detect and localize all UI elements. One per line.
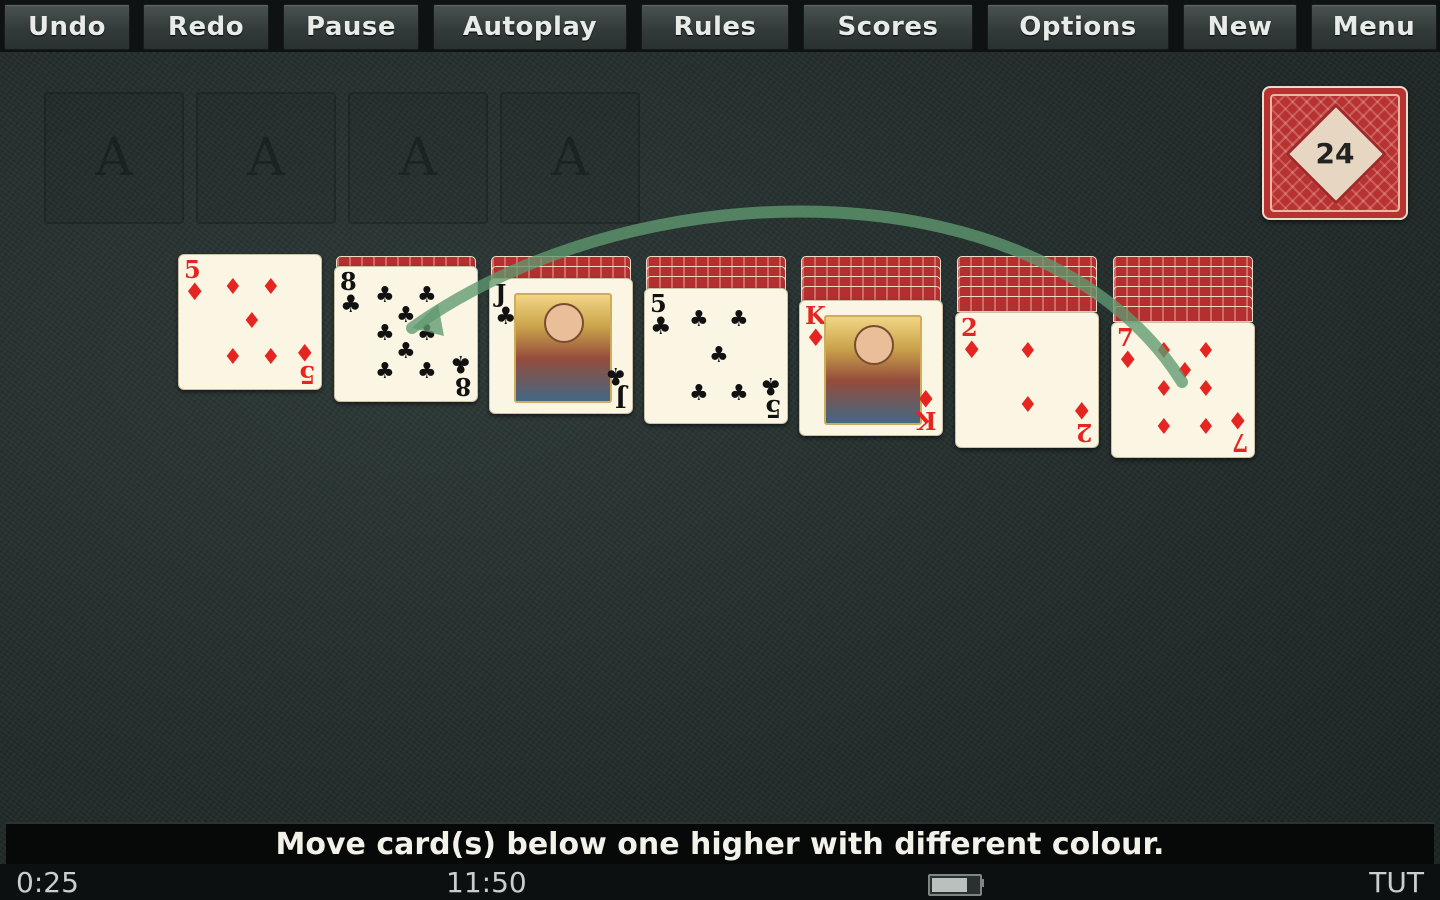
diamond-pip-icon: ♦ xyxy=(1196,377,1216,402)
battery-level xyxy=(932,878,967,892)
card-5-clubs[interactable]: 5 ♣ ♣ ♣ ♣ ♣ ♣ 5 ♣ xyxy=(644,288,788,424)
battery-icon xyxy=(928,874,982,896)
card-5-diamonds[interactable]: 5 ♦ ♦ ♦ ♦ ♦ ♦ 5 ♦ xyxy=(178,254,322,390)
diamond-pip-icon: ♦ xyxy=(1196,415,1216,440)
diamond-pip-icon: ♦ xyxy=(1196,339,1216,364)
card-rank-inverted: 5 ♦ xyxy=(294,338,316,389)
foundation-label: A xyxy=(399,128,437,188)
foundation-slot-4[interactable]: A xyxy=(500,92,640,224)
diamond-pip-icon: ♦ xyxy=(1154,415,1174,440)
rules-button[interactable]: Rules xyxy=(641,4,789,50)
card-rank-inverted: 5 ♣ xyxy=(760,372,782,423)
face-down-card xyxy=(1113,306,1253,322)
card-rank-inverted: 7 ♦ xyxy=(1227,406,1249,457)
clock-time: 11:50 xyxy=(446,866,527,899)
undo-button[interactable]: Undo xyxy=(4,4,130,50)
elapsed-time: 0:25 xyxy=(16,866,79,899)
pause-button[interactable]: Pause xyxy=(283,4,419,50)
scores-button[interactable]: Scores xyxy=(803,4,973,50)
card-rank: 2 ♦ xyxy=(961,313,983,364)
club-pip-icon: ♣ xyxy=(689,381,709,406)
card-rank-inverted: 2 ♦ xyxy=(1071,396,1093,447)
card-rank: 5 ♦ xyxy=(184,255,206,306)
autoplay-button[interactable]: Autoplay xyxy=(433,4,627,50)
stock-count: 24 xyxy=(1315,136,1355,170)
diamond-pip-icon: ♦ xyxy=(1018,393,1038,418)
card-rank-inverted: 8 ♣ xyxy=(450,350,472,401)
diamond-pip-icon: ♦ xyxy=(1154,339,1174,364)
foundation-slot-2[interactable]: A xyxy=(196,92,336,224)
status-label: TUT xyxy=(1369,866,1424,899)
card-king-diamonds[interactable]: K ♦ K ♦ xyxy=(799,300,943,436)
stock-pile[interactable]: 24 xyxy=(1262,86,1408,220)
club-pip-icon: ♣ xyxy=(417,321,437,346)
diamond-pip-icon: ♦ xyxy=(1018,339,1038,364)
card-rank: 7 ♦ xyxy=(1117,323,1139,374)
foundation-label: A xyxy=(95,128,133,188)
diamond-pip-icon: ♦ xyxy=(1175,359,1195,384)
status-bar: 0:25 11:50 TUT xyxy=(0,864,1440,900)
hint-message: Move card(s) below one higher with diffe… xyxy=(6,822,1434,864)
diamond-pip-icon: ♦ xyxy=(261,345,281,370)
battery-tip xyxy=(980,879,984,887)
king-portrait-icon xyxy=(824,315,922,425)
club-pip-icon: ♣ xyxy=(729,307,749,332)
diamond-pip-icon: ♦ xyxy=(242,309,262,334)
club-pip-icon: ♣ xyxy=(375,359,395,384)
club-pip-icon: ♣ xyxy=(417,359,437,384)
diamond-pip-icon: ♦ xyxy=(1154,377,1174,402)
card-8-clubs[interactable]: 8 ♣ ♣ ♣ ♣ ♣ ♣ ♣ ♣ ♣ 8 ♣ xyxy=(334,266,478,402)
options-button[interactable]: Options xyxy=(987,4,1169,50)
diamond-pip-icon: ♦ xyxy=(223,275,243,300)
diamond-pip-icon: ♦ xyxy=(223,345,243,370)
card-rank: 5 ♣ xyxy=(650,289,672,340)
club-pip-icon: ♣ xyxy=(417,283,437,308)
card-2-diamonds[interactable]: 2 ♦ ♦ ♦ 2 ♦ xyxy=(955,312,1099,448)
club-pip-icon: ♣ xyxy=(396,339,416,364)
redo-button[interactable]: Redo xyxy=(143,4,269,50)
club-pip-icon: ♣ xyxy=(396,303,416,328)
jack-portrait-icon xyxy=(514,293,612,403)
toolbar: Undo Redo Pause Autoplay Rules Scores Op… xyxy=(0,0,1440,52)
card-rank-inverted: K ♦ xyxy=(915,384,937,435)
club-pip-icon: ♣ xyxy=(375,283,395,308)
card-rank: 8 ♣ xyxy=(340,267,362,318)
diamond-pip-icon: ♦ xyxy=(261,275,281,300)
club-pip-icon: ♣ xyxy=(729,381,749,406)
foundation-label: A xyxy=(247,128,285,188)
club-pip-icon: ♣ xyxy=(709,343,729,368)
club-pip-icon: ♣ xyxy=(689,307,709,332)
new-game-button[interactable]: New xyxy=(1183,4,1297,50)
club-pip-icon: ♣ xyxy=(375,321,395,346)
card-jack-clubs[interactable]: J ♣ J ♣ xyxy=(489,278,633,414)
foundation-slot-1[interactable]: A xyxy=(44,92,184,224)
foundation-slot-3[interactable]: A xyxy=(348,92,488,224)
card-7-diamonds[interactable]: 7 ♦ ♦ ♦ ♦ ♦ ♦ ♦ ♦ 7 ♦ xyxy=(1111,322,1255,458)
menu-button[interactable]: Menu xyxy=(1311,4,1437,50)
face-down-card xyxy=(957,296,1097,312)
foundation-label: A xyxy=(551,128,589,188)
card-rank-inverted: J ♣ xyxy=(605,362,627,413)
